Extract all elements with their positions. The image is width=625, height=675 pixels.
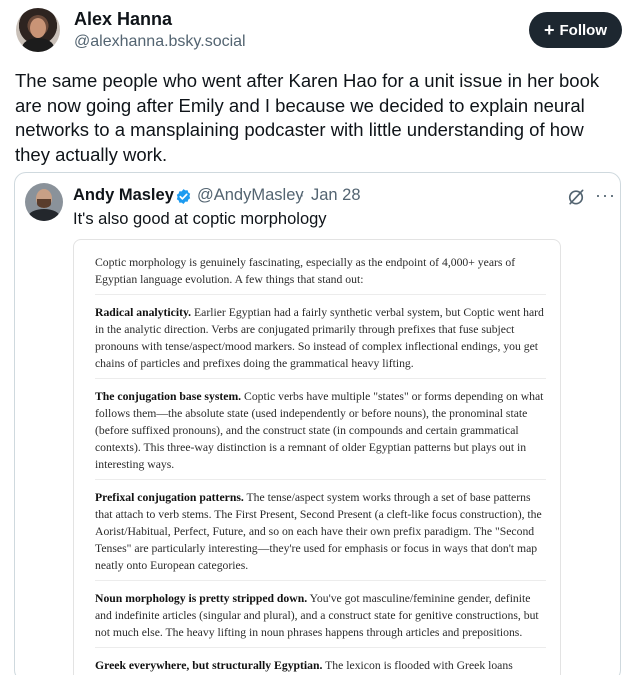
image-section-paragraph: Greek everywhere, but structurally Egypt… <box>95 657 546 675</box>
post-body-text: The same people who went after Karen Hao… <box>15 70 600 165</box>
divider <box>95 294 546 295</box>
image-intro-paragraph: Coptic morphology is genuinely fascinati… <box>95 256 516 286</box>
author-avatar[interactable] <box>16 8 60 52</box>
quoted-author-name[interactable]: Andy Masley <box>73 186 174 205</box>
quoted-post-date[interactable]: Jan 28 <box>311 186 361 205</box>
avatar-suit <box>28 209 60 221</box>
image-section-paragraph: Radical analyticity. Earlier Egyptian ha… <box>95 304 546 372</box>
divider <box>95 479 546 480</box>
attached-text-image[interactable]: Coptic morphology is genuinely fascinati… <box>73 239 561 675</box>
section-heading: Noun morphology is pretty stripped down. <box>95 592 308 605</box>
avatar-beard <box>37 199 51 208</box>
quoted-author-avatar[interactable] <box>25 183 63 221</box>
quoted-post-card[interactable]: Andy Masley @AndyMasley · Jan 28 ··· It'… <box>14 172 621 675</box>
avatar-body <box>22 38 54 52</box>
quoted-author-handle[interactable]: @AndyMasley <box>197 186 304 205</box>
verified-badge-icon <box>176 189 191 204</box>
plus-icon: + <box>543 20 555 40</box>
image-section-paragraph: The conjugation base system. Coptic verb… <box>95 388 546 473</box>
avatar-face <box>30 18 46 38</box>
quoted-post-text: It's also good at coptic morphology <box>73 210 327 228</box>
divider <box>95 647 546 648</box>
section-heading: The conjugation base system. <box>95 390 242 403</box>
author-display-name[interactable]: Alex Hanna <box>74 9 172 30</box>
image-section-paragraph: Prefixal conjugation patterns. The tense… <box>95 489 546 574</box>
section-heading: Prefixal conjugation patterns. <box>95 491 244 504</box>
author-handle[interactable]: @alexhanna.bsky.social <box>74 33 246 51</box>
separator-dot: · <box>299 186 305 204</box>
section-heading: Radical analyticity. <box>95 306 192 319</box>
divider <box>95 580 546 581</box>
image-section-paragraph: Noun morphology is pretty stripped down.… <box>95 590 546 641</box>
more-icon[interactable]: ··· <box>595 185 616 206</box>
section-heading: Greek everywhere, but structurally Egypt… <box>95 659 323 672</box>
post-header: Alex Hanna @alexhanna.bsky.social + Foll… <box>0 0 625 62</box>
divider <box>95 378 546 379</box>
grok-icon[interactable] <box>566 187 586 207</box>
follow-button[interactable]: + Follow <box>529 12 622 48</box>
follow-button-label: Follow <box>559 21 608 39</box>
